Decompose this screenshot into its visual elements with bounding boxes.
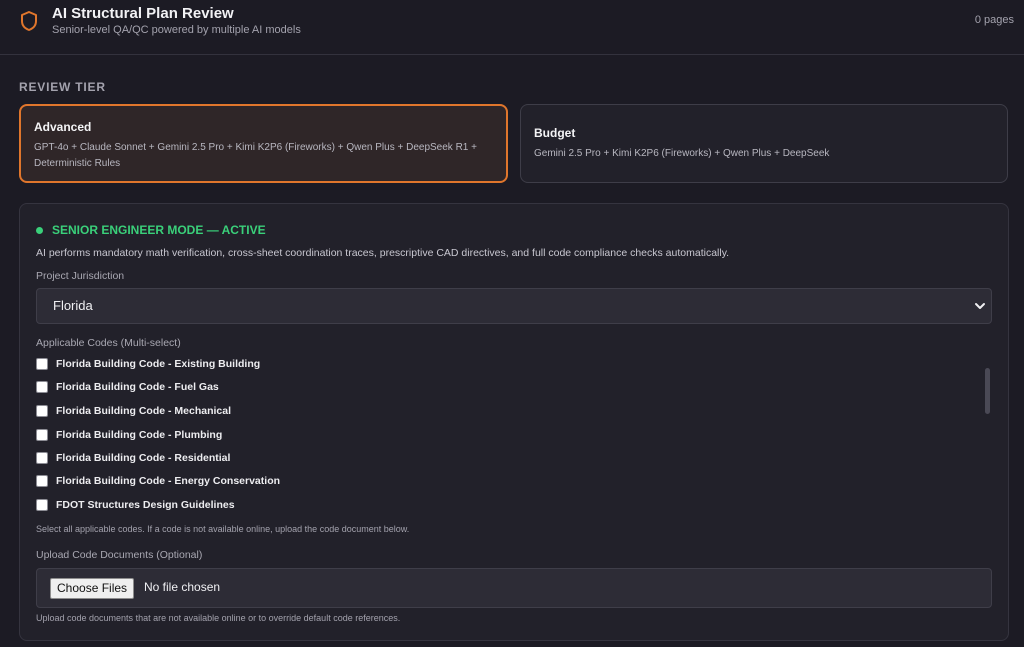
code-option[interactable]: Florida Building Code - Fuel Gas	[36, 379, 219, 395]
code-label: Florida Building Code - Plumbing	[56, 429, 223, 441]
senior-engineer-panel: SENIOR ENGINEER MODE — ACTIVE AI perform…	[19, 203, 1009, 641]
code-option[interactable]: Florida Building Code - Mechanical	[36, 403, 231, 419]
code-label: Florida Building Code - Mechanical	[56, 405, 232, 417]
scrolled-content-fragment	[30, 46, 940, 56]
file-status: No file chosen	[144, 580, 221, 594]
status-dot-icon	[36, 226, 43, 234]
jurisdiction-select[interactable]: Florida	[36, 288, 992, 324]
code-option[interactable]: Florida Building Code - Existing Buildin…	[36, 356, 260, 372]
tier-card-advanced[interactable]: Advanced GPT-4o + Claude Sonnet + Gemini…	[19, 104, 508, 183]
upload-label: Upload Code Documents (Optional)	[36, 549, 203, 561]
code-label: Florida Building Code - Energy Conservat…	[56, 475, 281, 487]
code-option[interactable]: Florida Building Code - Plumbing	[36, 427, 222, 443]
checkbox[interactable]	[36, 452, 48, 464]
page-count: 0 pages	[974, 14, 1014, 26]
mode-status: SENIOR ENGINEER MODE — ACTIVE	[36, 223, 266, 237]
checkbox[interactable]	[36, 358, 48, 370]
checkbox[interactable]	[36, 405, 48, 417]
codes-hint: Select all applicable codes. If a code i…	[36, 524, 410, 534]
app-subtitle: Senior-level QA/QC powered by multiple A…	[52, 24, 301, 36]
jurisdiction-value: Florida	[53, 298, 93, 313]
code-label: Florida Building Code - Residential	[56, 452, 231, 464]
choose-files-button[interactable]: Choose Files	[50, 578, 135, 599]
app-title: AI Structural Plan Review	[52, 5, 234, 22]
mode-description: AI performs mandatory math verification,…	[36, 247, 730, 259]
checkbox[interactable]	[36, 499, 48, 511]
upload-hint: Upload code documents that are not avail…	[36, 613, 401, 623]
tier-description: Gemini 2.5 Pro + Kimi K2P6 (Fireworks) +…	[534, 148, 830, 159]
codes-list[interactable]: Florida Building Code - Existing Buildin…	[36, 354, 992, 514]
review-tier-label: REVIEW TIER	[19, 80, 106, 94]
code-option[interactable]: FDOT Structures Design Guidelines	[36, 497, 235, 513]
code-option[interactable]: Florida Building Code - Energy Conservat…	[36, 473, 280, 489]
code-label: FDOT Structures Design Guidelines	[56, 499, 235, 511]
tier-name: Advanced	[34, 120, 92, 134]
shield-icon	[21, 11, 37, 31]
file-upload-field[interactable]: Choose Files No file chosen	[36, 568, 992, 608]
checkbox[interactable]	[36, 381, 48, 393]
checkbox[interactable]	[36, 475, 48, 487]
checkbox[interactable]	[36, 429, 48, 441]
tier-name: Budget	[534, 126, 576, 140]
chevron-down-icon	[975, 303, 985, 309]
tier-description: GPT-4o + Claude Sonnet + Gemini 2.5 Pro …	[34, 142, 477, 169]
codes-scrollbar[interactable]	[985, 368, 990, 414]
tier-card-budget[interactable]: Budget Gemini 2.5 Pro + Kimi K2P6 (Firew…	[520, 104, 1008, 183]
codes-label: Applicable Codes (Multi-select)	[36, 337, 181, 349]
mode-title: SENIOR ENGINEER MODE — ACTIVE	[52, 223, 266, 237]
jurisdiction-label: Project Jurisdiction	[36, 270, 125, 282]
code-option[interactable]: Florida Building Code - Residential	[36, 450, 230, 466]
code-label: Florida Building Code - Fuel Gas	[56, 381, 219, 393]
app-header: AI Structural Plan Review Senior-level Q…	[0, 0, 1024, 55]
code-label: Florida Building Code - Existing Buildin…	[56, 358, 261, 370]
